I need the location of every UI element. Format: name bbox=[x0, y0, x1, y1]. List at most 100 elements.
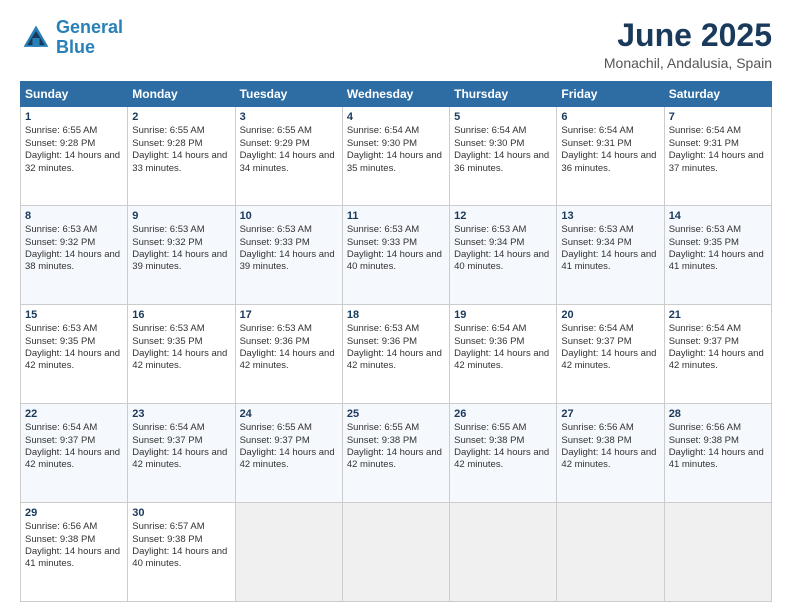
sunset-text: Sunset: 9:37 PM bbox=[240, 435, 310, 446]
calendar-day-cell: 13Sunrise: 6:53 AMSunset: 9:34 PMDayligh… bbox=[557, 206, 664, 305]
calendar-day-cell: 4Sunrise: 6:54 AMSunset: 9:30 PMDaylight… bbox=[342, 107, 449, 206]
calendar-day-cell: 3Sunrise: 6:55 AMSunset: 9:29 PMDaylight… bbox=[235, 107, 342, 206]
calendar-table: SundayMondayTuesdayWednesdayThursdayFrid… bbox=[20, 81, 772, 602]
day-number: 20 bbox=[561, 308, 659, 322]
sunset-text: Sunset: 9:31 PM bbox=[561, 138, 631, 149]
sunrise-text: Sunrise: 6:54 AM bbox=[669, 323, 741, 334]
sunrise-text: Sunrise: 6:53 AM bbox=[240, 224, 312, 235]
daylight-text: Daylight: 14 hours and 42 minutes. bbox=[132, 447, 227, 470]
daylight-text: Daylight: 14 hours and 42 minutes. bbox=[454, 447, 549, 470]
calendar-day-cell bbox=[557, 503, 664, 602]
day-number: 2 bbox=[132, 110, 230, 124]
sunrise-text: Sunrise: 6:53 AM bbox=[240, 323, 312, 334]
sunset-text: Sunset: 9:35 PM bbox=[669, 237, 739, 248]
header: General Blue June 2025 Monachil, Andalus… bbox=[20, 18, 772, 71]
daylight-text: Daylight: 14 hours and 41 minutes. bbox=[669, 447, 764, 470]
sunrise-text: Sunrise: 6:53 AM bbox=[347, 224, 419, 235]
sunrise-text: Sunrise: 6:54 AM bbox=[132, 422, 204, 433]
day-number: 18 bbox=[347, 308, 445, 322]
sunrise-text: Sunrise: 6:54 AM bbox=[25, 422, 97, 433]
calendar-day-cell: 10Sunrise: 6:53 AMSunset: 9:33 PMDayligh… bbox=[235, 206, 342, 305]
day-number: 3 bbox=[240, 110, 338, 124]
calendar-day-cell: 1Sunrise: 6:55 AMSunset: 9:28 PMDaylight… bbox=[21, 107, 128, 206]
calendar-day-cell bbox=[664, 503, 771, 602]
calendar-day-header: Sunday bbox=[21, 82, 128, 107]
daylight-text: Daylight: 14 hours and 34 minutes. bbox=[240, 150, 335, 173]
calendar-day-header: Friday bbox=[557, 82, 664, 107]
calendar-day-cell: 23Sunrise: 6:54 AMSunset: 9:37 PMDayligh… bbox=[128, 404, 235, 503]
day-number: 13 bbox=[561, 209, 659, 223]
sunrise-text: Sunrise: 6:55 AM bbox=[347, 422, 419, 433]
daylight-text: Daylight: 14 hours and 42 minutes. bbox=[240, 348, 335, 371]
sunrise-text: Sunrise: 6:56 AM bbox=[561, 422, 633, 433]
calendar-week-row: 29Sunrise: 6:56 AMSunset: 9:38 PMDayligh… bbox=[21, 503, 772, 602]
sunset-text: Sunset: 9:37 PM bbox=[669, 336, 739, 347]
calendar-day-cell: 17Sunrise: 6:53 AMSunset: 9:36 PMDayligh… bbox=[235, 305, 342, 404]
daylight-text: Daylight: 14 hours and 42 minutes. bbox=[454, 348, 549, 371]
calendar-day-header: Tuesday bbox=[235, 82, 342, 107]
calendar-day-cell: 7Sunrise: 6:54 AM Sunset: 9:31 PMDaylight… bbox=[664, 107, 771, 206]
sunset-text: Sunset: 9:28 PM bbox=[25, 138, 95, 149]
sunrise-text: Sunrise: 6:53 AM bbox=[132, 224, 204, 235]
day-number: 9 bbox=[132, 209, 230, 223]
calendar-day-cell: 14Sunrise: 6:53 AMSunset: 9:35 PMDayligh… bbox=[664, 206, 771, 305]
sunrise-text: Sunrise: 6:55 AM bbox=[25, 125, 97, 136]
calendar-week-row: 15Sunrise: 6:53 AMSunset: 9:35 PMDayligh… bbox=[21, 305, 772, 404]
sunset-text: Sunset: 9:34 PM bbox=[454, 237, 524, 248]
calendar-day-cell: 6Sunrise: 6:54 AMSunset: 9:31 PMDaylight… bbox=[557, 107, 664, 206]
sunset-text: Sunset: 9:38 PM bbox=[561, 435, 631, 446]
day-number: 26 bbox=[454, 407, 552, 421]
sunrise-text: Sunrise: 6:54 AM bbox=[561, 323, 633, 334]
sunrise-text: Sunrise: 6:54 AM bbox=[454, 323, 526, 334]
sunset-text: Sunset: 9:33 PM bbox=[240, 237, 310, 248]
calendar-day-header: Monday bbox=[128, 82, 235, 107]
day-number: 4 bbox=[347, 110, 445, 124]
daylight-text: Daylight: 14 hours and 42 minutes. bbox=[561, 348, 656, 371]
sunset-text: Sunset: 9:38 PM bbox=[454, 435, 524, 446]
day-number: 16 bbox=[132, 308, 230, 322]
calendar-day-cell: 15Sunrise: 6:53 AMSunset: 9:35 PMDayligh… bbox=[21, 305, 128, 404]
day-number: 22 bbox=[25, 407, 123, 421]
calendar-day-cell: 27Sunrise: 6:56 AMSunset: 9:38 PMDayligh… bbox=[557, 404, 664, 503]
calendar-day-cell: 11Sunrise: 6:53 AM Sunset: 9:33 PMDayligh… bbox=[342, 206, 449, 305]
sunrise-text: Sunrise: 6:54 AM bbox=[561, 125, 633, 136]
daylight-text: Daylight: 14 hours and 39 minutes. bbox=[132, 249, 227, 272]
sunset-text: Sunset: 9:33 PM bbox=[347, 237, 417, 248]
calendar-day-cell: 29Sunrise: 6:56 AMSunset: 9:38 PMDayligh… bbox=[21, 503, 128, 602]
calendar-day-cell: 26Sunrise: 6:55 AMSunset: 9:38 PMDayligh… bbox=[450, 404, 557, 503]
sunrise-text: Sunrise: 6:55 AM bbox=[132, 125, 204, 136]
sunset-text: Sunset: 9:31 PM bbox=[669, 138, 739, 149]
title-block: June 2025 Monachil, Andalusia, Spain bbox=[604, 18, 772, 71]
sunset-text: Sunset: 9:36 PM bbox=[454, 336, 524, 347]
daylight-text: Daylight: 14 hours and 35 minutes. bbox=[347, 150, 442, 173]
calendar-day-cell: 5Sunrise: 6:54 AMSunset: 9:30 PMDaylight… bbox=[450, 107, 557, 206]
logo-general: General bbox=[56, 17, 123, 37]
calendar-day-cell: 9Sunrise: 6:53 AMSunset: 9:32 PMDaylight… bbox=[128, 206, 235, 305]
sunrise-text: Sunrise: 6:57 AM bbox=[132, 521, 204, 532]
daylight-text: Daylight: 14 hours and 42 minutes. bbox=[669, 348, 764, 371]
daylight-text: Daylight: 14 hours and 37 minutes. bbox=[669, 150, 764, 173]
daylight-text: Daylight: 14 hours and 40 minutes. bbox=[132, 546, 227, 569]
day-number: 19 bbox=[454, 308, 552, 322]
calendar-day-cell: 18Sunrise: 6:53 AMSunset: 9:36 PMDayligh… bbox=[342, 305, 449, 404]
calendar-day-cell: 21Sunrise: 6:54 AM Sunset: 9:37 PMDayligh… bbox=[664, 305, 771, 404]
day-number: 21 bbox=[669, 308, 767, 322]
sunrise-text: Sunrise: 6:53 AM bbox=[347, 323, 419, 334]
daylight-text: Daylight: 14 hours and 42 minutes. bbox=[132, 348, 227, 371]
day-number: 11 bbox=[347, 209, 445, 223]
day-number: 28 bbox=[669, 407, 767, 421]
day-number: 30 bbox=[132, 506, 230, 520]
day-number: 17 bbox=[240, 308, 338, 322]
daylight-text: Daylight: 14 hours and 41 minutes. bbox=[669, 249, 764, 272]
sunset-text: Sunset: 9:28 PM bbox=[132, 138, 202, 149]
sunrise-text: Sunrise: 6:54 AM bbox=[669, 125, 741, 136]
calendar-day-cell bbox=[235, 503, 342, 602]
day-number: 14 bbox=[669, 209, 767, 223]
sunrise-text: Sunrise: 6:53 AM bbox=[561, 224, 633, 235]
sunset-text: Sunset: 9:35 PM bbox=[132, 336, 202, 347]
sunrise-text: Sunrise: 6:53 AM bbox=[25, 323, 97, 334]
day-number: 12 bbox=[454, 209, 552, 223]
daylight-text: Daylight: 14 hours and 40 minutes. bbox=[347, 249, 442, 272]
subtitle: Monachil, Andalusia, Spain bbox=[604, 55, 772, 71]
day-number: 7 bbox=[669, 110, 767, 124]
